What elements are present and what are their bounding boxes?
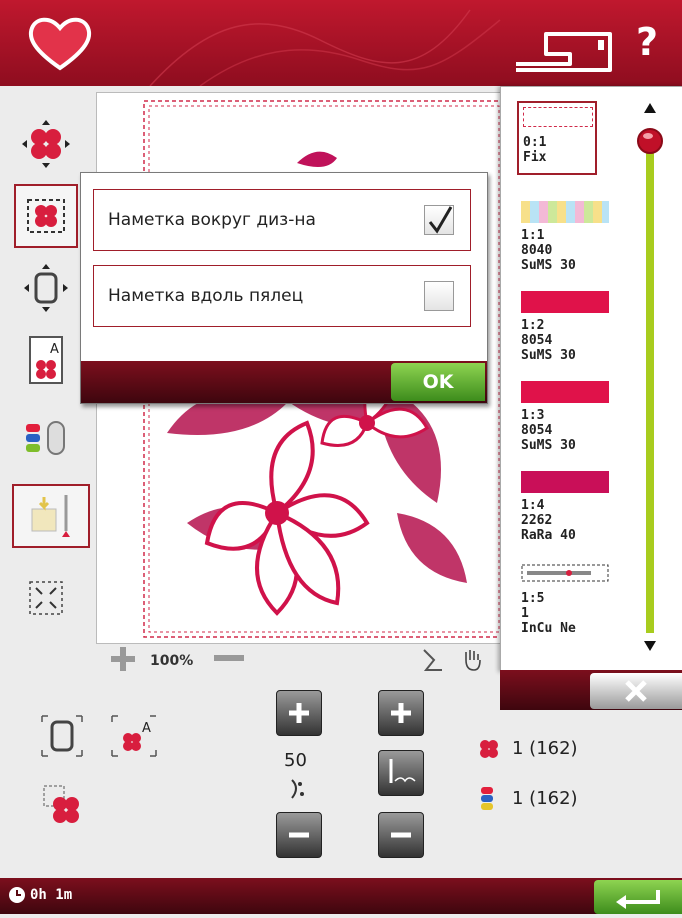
slider-track — [646, 143, 654, 633]
basting-frame-icon — [27, 199, 65, 233]
zoom-in-icon[interactable] — [108, 644, 138, 674]
thread-entry-5[interactable]: 1:5 1 InCu Ne — [521, 563, 609, 636]
clock-icon — [9, 887, 25, 903]
baste-along-hoop-checkbox[interactable] — [424, 281, 454, 311]
hoop-arrows-icon — [24, 264, 68, 312]
elapsed-time: 0h 1m — [30, 887, 73, 903]
embroider-needle-icon — [31, 495, 70, 537]
plus-icon — [289, 703, 309, 723]
basting-tool[interactable] — [14, 184, 78, 248]
thread-name: SuMS 30 — [521, 348, 576, 363]
thread-name: SuMS 30 — [521, 258, 576, 273]
baste-around-design-option[interactable]: Наметка вокруг диз-на — [93, 189, 471, 251]
thread-entry-1[interactable]: 1:1 8040 SuMS 30 — [521, 201, 609, 273]
baste-along-hoop-option[interactable]: Наметка вдоль пялец — [93, 265, 471, 327]
thread-number: 1:2 — [521, 318, 545, 333]
embroider-tool[interactable] — [12, 484, 90, 548]
thread-code: 1 — [521, 606, 529, 621]
thread-tension-icon — [291, 779, 304, 799]
color-count-icon — [481, 787, 493, 810]
baste-around-design-checkbox[interactable] — [424, 205, 454, 235]
back-button[interactable] — [594, 880, 682, 914]
ok-button[interactable]: OK — [391, 363, 485, 401]
stitch-count-icon — [480, 740, 498, 758]
thread-name: InCu Ne — [521, 621, 576, 636]
thread-swatch — [521, 381, 609, 403]
thread-swatch — [521, 471, 609, 493]
thread-code: 8054 — [521, 423, 553, 438]
hoop-frame-icon[interactable] — [40, 714, 84, 758]
plus-icon — [391, 703, 411, 723]
status-bar — [0, 878, 682, 914]
needle-thread-icon — [521, 564, 609, 582]
applique-frame-icon[interactable]: A — [110, 714, 158, 758]
stitch-value: 50 — [284, 750, 307, 771]
zoom-out-icon[interactable] — [212, 652, 246, 666]
thread-number: 1:5 — [521, 591, 545, 606]
step-forward-button[interactable] — [378, 690, 424, 736]
basting-dialog: Наметка вокруг диз-на Наметка вдоль пяле… — [80, 172, 488, 404]
baste-around-design-label: Наметка вокруг диз-на — [108, 210, 316, 230]
color-block-tool[interactable] — [14, 406, 78, 470]
thread-name: RaRa 40 — [521, 528, 576, 543]
basting-design-icon[interactable] — [40, 782, 88, 828]
color-spool-toggle-icon — [26, 421, 65, 455]
minus-icon — [289, 832, 309, 838]
thread-number: 1:4 — [521, 498, 545, 513]
thread-code: 2262 — [521, 513, 553, 528]
baste-along-hoop-label: Наметка вдоль пялец — [108, 286, 304, 306]
color-count: 1 (162) — [512, 788, 578, 809]
thread-code: Fix — [523, 150, 547, 165]
move-arrows-icon — [22, 120, 70, 168]
move-tool[interactable] — [14, 112, 78, 176]
minus-icon — [391, 832, 411, 838]
thread-name: SuMS 30 — [521, 438, 576, 453]
svg-text:A: A — [50, 342, 59, 357]
thread-swatch — [521, 201, 609, 223]
thread-entry-3[interactable]: 1:3 8054 SuMS 30 — [521, 381, 609, 453]
close-icon — [625, 680, 647, 702]
stitch-count: 1 (162) — [512, 738, 578, 759]
stitch-position-button[interactable] — [378, 750, 424, 796]
presser-foot-icon[interactable] — [416, 646, 446, 676]
scroll-down-icon — [644, 641, 656, 651]
thread-swatch — [521, 291, 609, 313]
step-back-button[interactable] — [378, 812, 424, 858]
heart-icon — [28, 17, 92, 71]
home-heart-button[interactable] — [24, 10, 96, 74]
zoom-level: 100% — [150, 653, 194, 669]
scroll-up-icon — [644, 103, 656, 113]
thread-code: 8054 — [521, 333, 553, 348]
needle-position-icon — [389, 759, 416, 783]
close-panel-button[interactable] — [590, 673, 682, 709]
thread-number: 1:3 — [521, 408, 545, 423]
thread-entry-2[interactable]: 1:2 8054 SuMS 30 — [521, 291, 609, 363]
thread-swatch-fix — [523, 107, 593, 127]
thread-number: 0:1 — [523, 135, 547, 150]
color-list-panel: 0:1 Fix 1:1 8040 SuMS 30 1:2 8054 SuMS 3… — [500, 86, 682, 672]
slider-thumb — [637, 128, 663, 154]
return-arrow-icon — [616, 890, 660, 909]
thread-entry-4[interactable]: 1:4 2262 RaRa 40 — [521, 471, 609, 543]
color-scroll-slider[interactable] — [637, 99, 663, 655]
fit-to-hoop-tool[interactable] — [14, 566, 78, 630]
sewing-machine-icon[interactable] — [510, 24, 620, 74]
checkmark-icon — [428, 206, 453, 234]
hoop-position-tool[interactable] — [14, 256, 78, 320]
thread-code: 8040 — [521, 243, 553, 258]
svg-text:A: A — [142, 721, 151, 736]
applique-tool[interactable]: A — [14, 328, 78, 392]
pan-hand-icon[interactable] — [460, 646, 486, 672]
stitch-increase-button[interactable] — [276, 690, 322, 736]
applique-icon: A — [29, 336, 63, 384]
thread-entry-0[interactable]: 0:1 Fix — [517, 101, 597, 175]
fit-arrows-icon — [29, 581, 63, 615]
thread-number: 1:1 — [521, 228, 545, 243]
help-button[interactable]: ? — [636, 20, 658, 64]
stitch-decrease-button[interactable] — [276, 812, 322, 858]
